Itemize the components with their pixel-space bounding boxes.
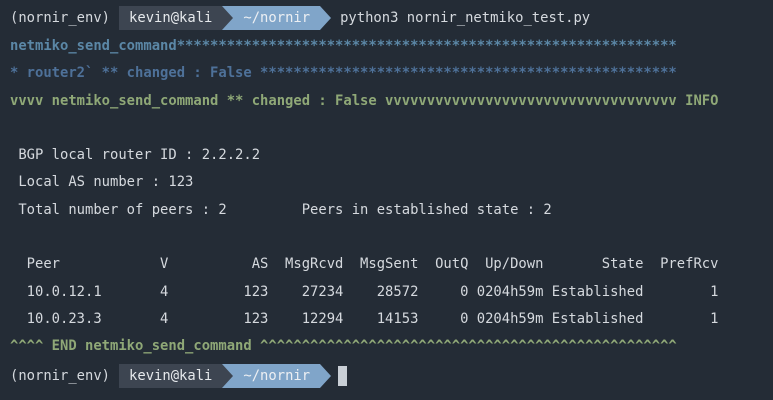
bgp-local-as-line: Local AS number : 123: [10, 174, 194, 191]
nornir-host-result-line: * router2` ** changed : False **********…: [10, 65, 677, 82]
powerline-separator-icon: [320, 363, 332, 388]
prompt-user-host-segment: kevin@kali: [119, 363, 223, 388]
bgp-peer-row: 10.0.12.1 4 123 27234 28572 0 0204h59m E…: [10, 283, 719, 300]
powerline-separator-icon: [222, 363, 234, 388]
nornir-severity-line: vvvv netmiko_send_command ** changed : F…: [10, 92, 719, 109]
bgp-peers-summary-line: Total number of peers : 2 Peers in estab…: [10, 201, 552, 218]
nornir-end-line: ^^^^ END netmiko_send_command ^^^^^^^^^^…: [10, 338, 677, 355]
command-text: python3 nornir_netmiko_test.py: [340, 10, 591, 26]
powerline-separator-icon: [320, 6, 332, 30]
venv-indicator: (nornir_env): [10, 367, 111, 384]
prompt-line-bottom: (nornir_env) kevin@kali ~/nornir: [10, 361, 773, 391]
nornir-task-title-line: netmiko_send_command********************…: [10, 38, 677, 54]
prompt-line-top: (nornir_env) kevin@kali ~/nornir python3…: [10, 3, 773, 33]
terminal-cursor[interactable]: [338, 365, 348, 386]
prompt-path-segment: ~/nornir: [233, 6, 321, 30]
bgp-peer-row: 10.0.23.3 4 123 12294 14153 0 0204h59m E…: [10, 310, 719, 327]
powerline-separator-icon: [222, 6, 234, 30]
prompt-path-segment: ~/nornir: [233, 363, 321, 388]
terminal[interactable]: (nornir_env) kevin@kali ~/nornir python3…: [0, 0, 773, 400]
prompt-user-host-segment: kevin@kali: [119, 6, 223, 30]
venv-indicator: (nornir_env): [10, 10, 111, 26]
bgp-table-header-line: Peer V AS MsgRcvd MsgSent OutQ Up/Down S…: [10, 256, 719, 273]
bgp-router-id-line: BGP local router ID : 2.2.2.2: [10, 147, 261, 164]
